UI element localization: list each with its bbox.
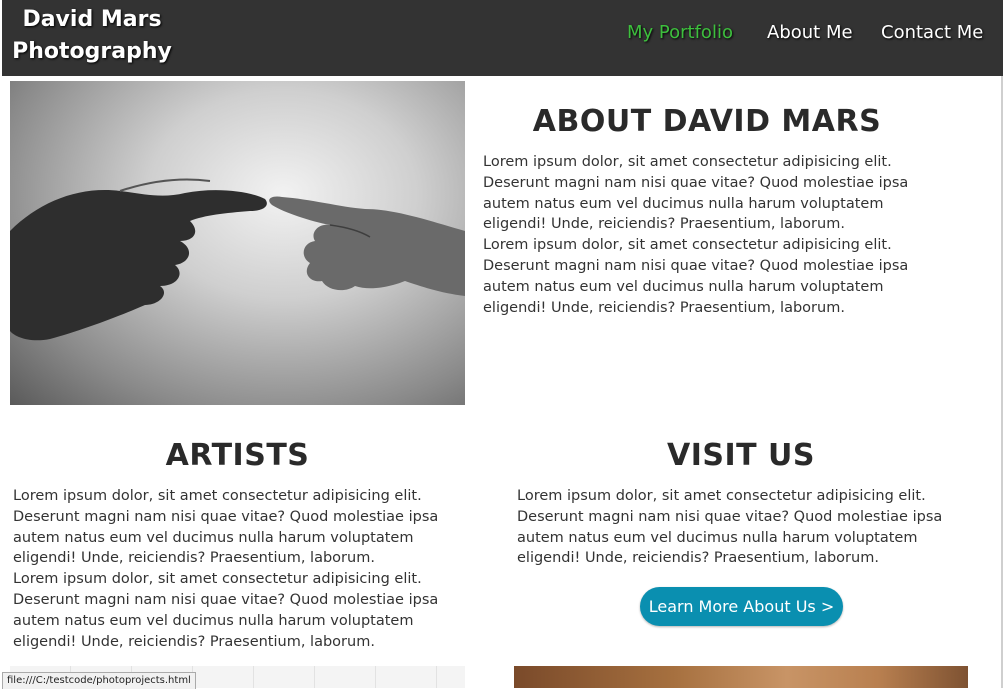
about-title: ABOUT DAVID MARS [532,104,882,139]
visit-image [514,666,968,688]
visit-paragraph: Lorem ipsum dolor, sit amet consectetur … [517,488,943,567]
visit-text: Lorem ipsum dolor, sit amet consectetur … [517,486,947,569]
hero-hands-image [10,81,465,405]
artists-paragraph-1: Lorem ipsum dolor, sit amet consectetur … [13,488,439,567]
nav-link-my-portfolio[interactable]: My Portfolio [627,22,733,43]
brand-line-1: David Mars [22,7,162,32]
nav-link-contact-me[interactable]: Contact Me [881,22,983,43]
learn-more-button[interactable]: Learn More About Us > [640,587,843,626]
artists-text: Lorem ipsum dolor, sit amet consectetur … [13,486,443,652]
artists-paragraph-2: Lorem ipsum dolor, sit amet consectetur … [13,571,439,650]
brand-line-2: Photography [12,39,172,64]
about-paragraph-1: Lorem ipsum dolor, sit amet consectetur … [483,154,909,233]
about-paragraph-2: Lorem ipsum dolor, sit amet consectetur … [483,237,909,316]
top-navbar: David Mars Photography My Portfolio Abou… [2,0,1003,76]
nav-link-about-me[interactable]: About Me [767,22,853,43]
site-brand[interactable]: David Mars Photography [12,4,172,68]
hands-illustration [10,178,465,341]
status-bar-url: file:///C:/testcode/photoprojects.html [2,672,196,689]
visit-title: VISIT US [666,438,816,473]
artists-title: ARTISTS [165,438,310,473]
about-text: Lorem ipsum dolor, sit amet consectetur … [483,152,913,318]
